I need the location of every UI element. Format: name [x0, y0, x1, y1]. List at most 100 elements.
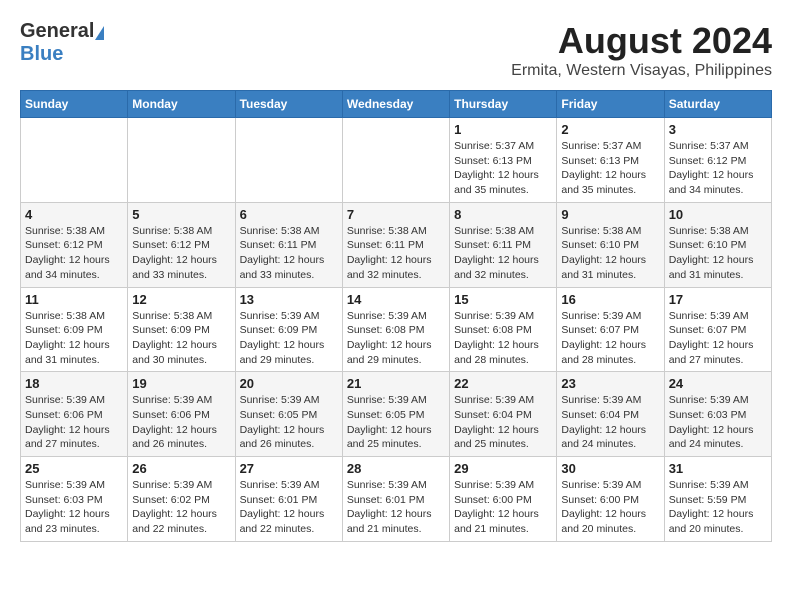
day-number: 9 — [561, 207, 659, 222]
calendar-cell: 31 Sunrise: 5:39 AM Sunset: 5:59 PM Dayli… — [664, 457, 771, 542]
calendar-cell: 9Sunrise: 5:38 AM Sunset: 6:10 PM Daylig… — [557, 202, 664, 287]
calendar-cell: 10 Sunrise: 5:38 AM Sunset: 6:10 PM Dayli… — [664, 202, 771, 287]
day-number: 22 — [454, 376, 552, 391]
logo-general-text: General — [20, 20, 94, 43]
calendar-header-row: SundayMondayTuesdayWednesdayThursdayFrid… — [21, 91, 772, 118]
calendar-week-row: 25 Sunrise: 5:39 AM Sunset: 6:03 PM Dayli… — [21, 457, 772, 542]
day-info: Sunrise: 5:39 AM Sunset: 6:01 PM Dayligh… — [240, 478, 338, 537]
day-number: 7 — [347, 207, 445, 222]
calendar-week-row: 11 Sunrise: 5:38 AM Sunset: 6:09 PM Dayli… — [21, 287, 772, 372]
day-info: Sunrise: 5:37 AM Sunset: 6:13 PM Dayligh… — [454, 139, 552, 198]
day-info: Sunrise: 5:39 AM Sunset: 6:07 PM Dayligh… — [561, 309, 659, 368]
calendar-day-header: Saturday — [664, 91, 771, 118]
calendar-cell: 4 Sunrise: 5:38 AM Sunset: 6:12 PM Daylig… — [21, 202, 128, 287]
day-number: 24 — [669, 376, 767, 391]
day-number: 20 — [240, 376, 338, 391]
day-number: 8 — [454, 207, 552, 222]
calendar-cell: 21Sunrise: 5:39 AM Sunset: 6:05 PM Dayli… — [342, 372, 449, 457]
calendar-cell: 26 Sunrise: 5:39 AM Sunset: 6:02 PM Dayli… — [128, 457, 235, 542]
day-number: 11 — [25, 292, 123, 307]
day-number: 2 — [561, 122, 659, 137]
day-info: Sunrise: 5:39 AM Sunset: 6:03 PM Dayligh… — [669, 393, 767, 452]
day-info: Sunrise: 5:39 AM Sunset: 6:09 PM Dayligh… — [240, 309, 338, 368]
page-title: August 2024 — [511, 20, 772, 62]
day-number: 25 — [25, 461, 123, 476]
calendar-day-header: Sunday — [21, 91, 128, 118]
calendar-cell: 20 Sunrise: 5:39 AM Sunset: 6:05 PM Dayli… — [235, 372, 342, 457]
day-info: Sunrise: 5:39 AM Sunset: 6:00 PM Dayligh… — [454, 478, 552, 537]
page-header: General Blue August 2024 Ermita, Western… — [20, 20, 772, 80]
calendar-table: SundayMondayTuesdayWednesdayThursdayFrid… — [20, 90, 772, 542]
day-number: 5 — [132, 207, 230, 222]
calendar-cell: 1 Sunrise: 5:37 AM Sunset: 6:13 PM Daylig… — [450, 118, 557, 203]
day-info: Sunrise: 5:39 AM Sunset: 6:03 PM Dayligh… — [25, 478, 123, 537]
calendar-cell: 22 Sunrise: 5:39 AM Sunset: 6:04 PM Dayli… — [450, 372, 557, 457]
day-number: 15 — [454, 292, 552, 307]
day-info: Sunrise: 5:39 AM Sunset: 6:07 PM Dayligh… — [669, 309, 767, 368]
calendar-cell: 3Sunrise: 5:37 AM Sunset: 6:12 PM Daylig… — [664, 118, 771, 203]
day-number: 26 — [132, 461, 230, 476]
calendar-cell: 12 Sunrise: 5:38 AM Sunset: 6:09 PM Dayli… — [128, 287, 235, 372]
calendar-cell: 8 Sunrise: 5:38 AM Sunset: 6:11 PM Daylig… — [450, 202, 557, 287]
day-info: Sunrise: 5:38 AM Sunset: 6:11 PM Dayligh… — [454, 224, 552, 283]
day-number: 10 — [669, 207, 767, 222]
calendar-day-header: Tuesday — [235, 91, 342, 118]
calendar-cell: 30 Sunrise: 5:39 AM Sunset: 6:00 PM Dayli… — [557, 457, 664, 542]
calendar-cell: 2 Sunrise: 5:37 AM Sunset: 6:13 PM Daylig… — [557, 118, 664, 203]
day-info: Sunrise: 5:38 AM Sunset: 6:10 PM Dayligh… — [669, 224, 767, 283]
day-number: 6 — [240, 207, 338, 222]
day-number: 28 — [347, 461, 445, 476]
calendar-cell — [128, 118, 235, 203]
day-number: 27 — [240, 461, 338, 476]
logo-blue-text: Blue — [20, 43, 63, 65]
calendar-week-row: 1 Sunrise: 5:37 AM Sunset: 6:13 PM Daylig… — [21, 118, 772, 203]
day-number: 18 — [25, 376, 123, 391]
calendar-cell: 23Sunrise: 5:39 AM Sunset: 6:04 PM Dayli… — [557, 372, 664, 457]
calendar-cell: 13 Sunrise: 5:39 AM Sunset: 6:09 PM Dayli… — [235, 287, 342, 372]
day-info: Sunrise: 5:39 AM Sunset: 6:04 PM Dayligh… — [561, 393, 659, 452]
day-info: Sunrise: 5:39 AM Sunset: 6:05 PM Dayligh… — [347, 393, 445, 452]
day-number: 31 — [669, 461, 767, 476]
logo: General Blue — [20, 20, 104, 66]
day-number: 1 — [454, 122, 552, 137]
day-number: 13 — [240, 292, 338, 307]
logo-triangle-icon — [95, 26, 104, 40]
title-area: August 2024 Ermita, Western Visayas, Phi… — [511, 20, 772, 80]
calendar-cell: 27 Sunrise: 5:39 AM Sunset: 6:01 PM Dayli… — [235, 457, 342, 542]
calendar-cell: 14Sunrise: 5:39 AM Sunset: 6:08 PM Dayli… — [342, 287, 449, 372]
day-number: 4 — [25, 207, 123, 222]
day-info: Sunrise: 5:39 AM Sunset: 6:00 PM Dayligh… — [561, 478, 659, 537]
calendar-day-header: Wednesday — [342, 91, 449, 118]
calendar-cell: 5Sunrise: 5:38 AM Sunset: 6:12 PM Daylig… — [128, 202, 235, 287]
calendar-cell: 11Sunrise: 5:38 AM Sunset: 6:09 PM Dayli… — [21, 287, 128, 372]
day-info: Sunrise: 5:38 AM Sunset: 6:11 PM Dayligh… — [240, 224, 338, 283]
day-info: Sunrise: 5:39 AM Sunset: 6:05 PM Dayligh… — [240, 393, 338, 452]
day-info: Sunrise: 5:38 AM Sunset: 6:12 PM Dayligh… — [25, 224, 123, 283]
day-info: Sunrise: 5:39 AM Sunset: 5:59 PM Dayligh… — [669, 478, 767, 537]
day-info: Sunrise: 5:37 AM Sunset: 6:13 PM Dayligh… — [561, 139, 659, 198]
calendar-cell: 6 Sunrise: 5:38 AM Sunset: 6:11 PM Daylig… — [235, 202, 342, 287]
calendar-cell: 28Sunrise: 5:39 AM Sunset: 6:01 PM Dayli… — [342, 457, 449, 542]
calendar-cell: 25 Sunrise: 5:39 AM Sunset: 6:03 PM Dayli… — [21, 457, 128, 542]
calendar-week-row: 4 Sunrise: 5:38 AM Sunset: 6:12 PM Daylig… — [21, 202, 772, 287]
page-subtitle: Ermita, Western Visayas, Philippines — [511, 62, 772, 80]
day-info: Sunrise: 5:39 AM Sunset: 6:04 PM Dayligh… — [454, 393, 552, 452]
calendar-cell: 17Sunrise: 5:39 AM Sunset: 6:07 PM Dayli… — [664, 287, 771, 372]
day-number: 12 — [132, 292, 230, 307]
day-number: 16 — [561, 292, 659, 307]
day-info: Sunrise: 5:39 AM Sunset: 6:08 PM Dayligh… — [454, 309, 552, 368]
day-number: 30 — [561, 461, 659, 476]
day-info: Sunrise: 5:38 AM Sunset: 6:09 PM Dayligh… — [132, 309, 230, 368]
day-info: Sunrise: 5:39 AM Sunset: 6:08 PM Dayligh… — [347, 309, 445, 368]
calendar-day-header: Friday — [557, 91, 664, 118]
calendar-cell: 7 Sunrise: 5:38 AM Sunset: 6:11 PM Daylig… — [342, 202, 449, 287]
calendar-cell: 24 Sunrise: 5:39 AM Sunset: 6:03 PM Dayli… — [664, 372, 771, 457]
calendar-day-header: Thursday — [450, 91, 557, 118]
calendar-cell: 15 Sunrise: 5:39 AM Sunset: 6:08 PM Dayli… — [450, 287, 557, 372]
day-number: 29 — [454, 461, 552, 476]
day-info: Sunrise: 5:39 AM Sunset: 6:06 PM Dayligh… — [132, 393, 230, 452]
day-info: Sunrise: 5:38 AM Sunset: 6:11 PM Dayligh… — [347, 224, 445, 283]
day-info: Sunrise: 5:39 AM Sunset: 6:02 PM Dayligh… — [132, 478, 230, 537]
calendar-cell: 16 Sunrise: 5:39 AM Sunset: 6:07 PM Dayli… — [557, 287, 664, 372]
calendar-day-header: Monday — [128, 91, 235, 118]
